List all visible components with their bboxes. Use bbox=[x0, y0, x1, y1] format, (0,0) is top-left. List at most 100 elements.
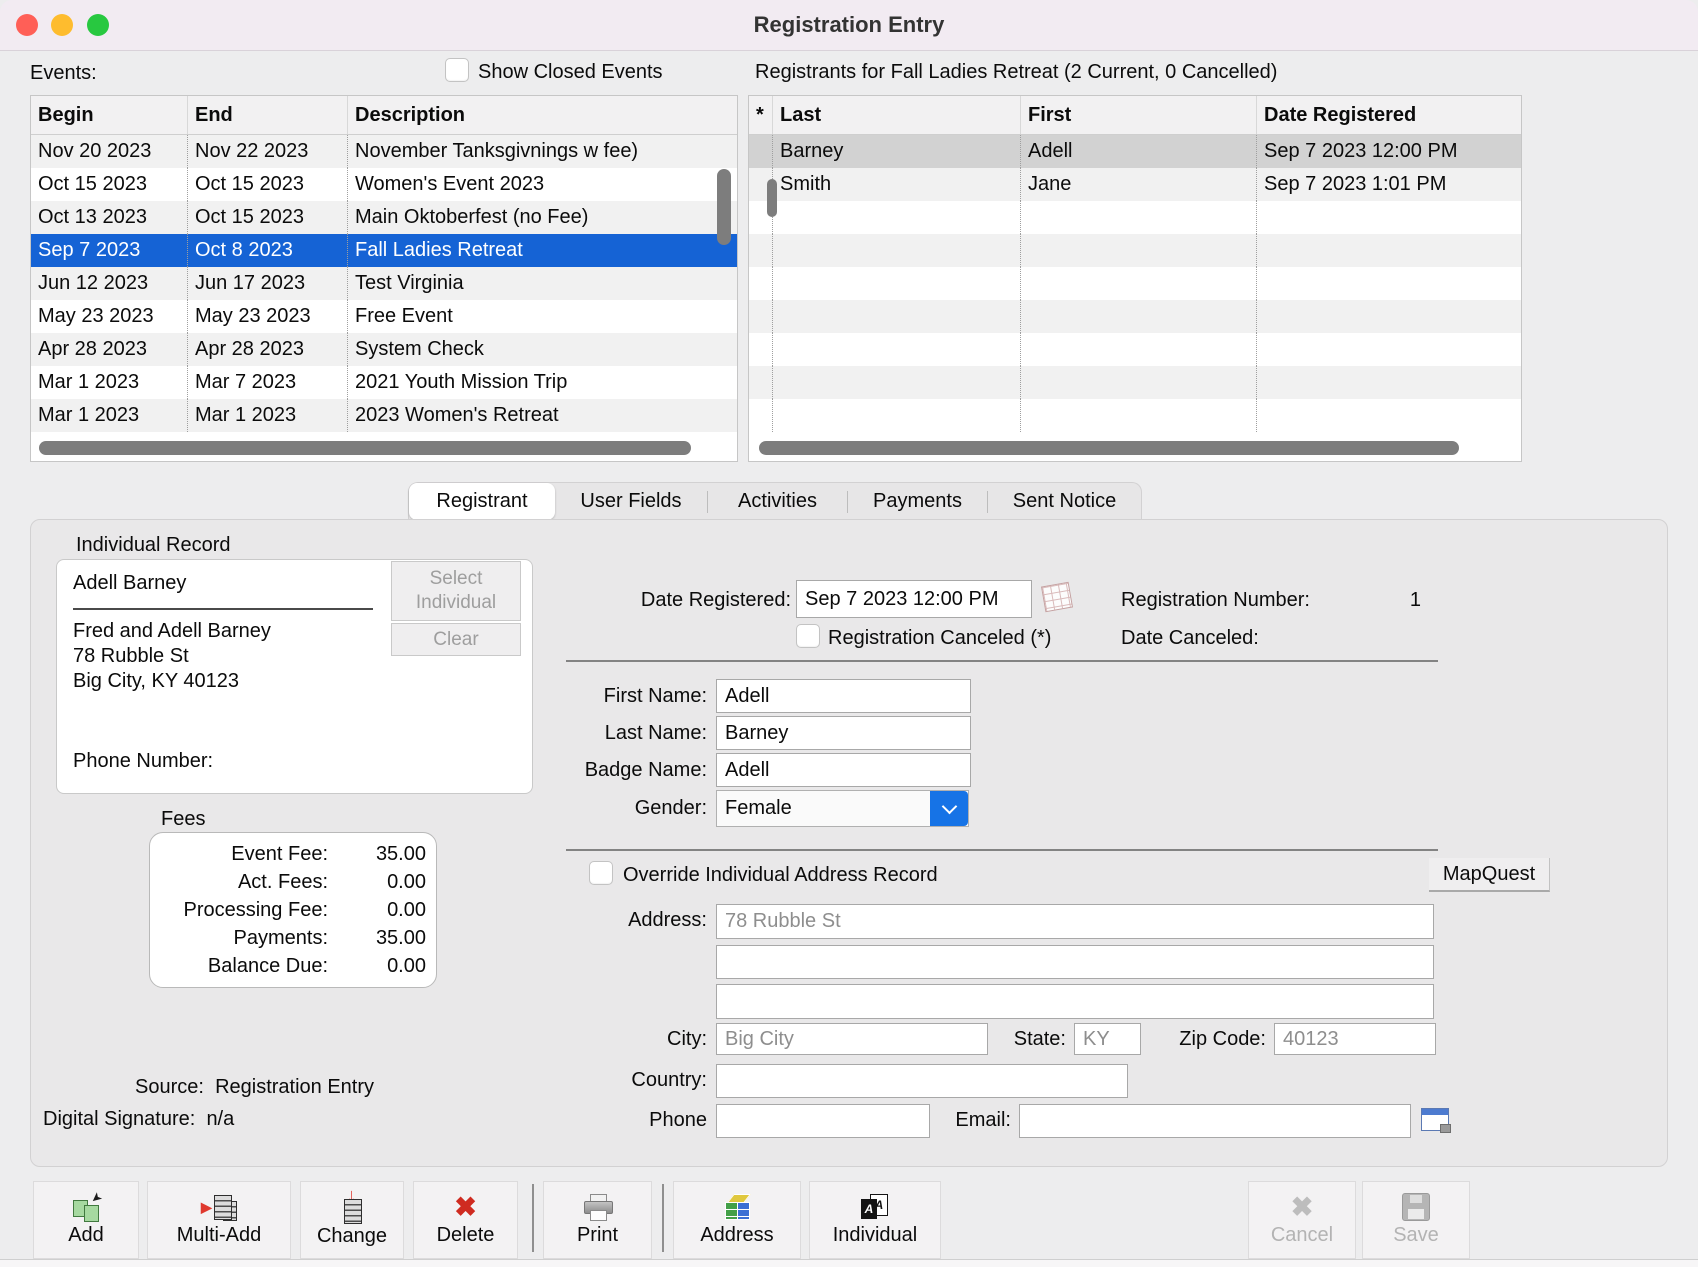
calendar-icon[interactable] bbox=[1041, 582, 1073, 612]
badge-name-input[interactable]: Adell bbox=[716, 753, 971, 787]
gender-value: Female bbox=[717, 797, 930, 820]
gender-dropdown-button[interactable] bbox=[930, 791, 968, 826]
cell: Mar 7 2023 bbox=[188, 366, 348, 399]
column-header-end[interactable]: End bbox=[188, 96, 348, 134]
save-button[interactable]: Save bbox=[1362, 1181, 1470, 1259]
column-header-description[interactable]: Description bbox=[348, 96, 737, 134]
column-header-first[interactable]: First bbox=[1021, 96, 1257, 134]
email-icon[interactable] bbox=[1421, 1108, 1449, 1131]
first-name-input[interactable]: Adell bbox=[716, 679, 971, 713]
registrant-row[interactable] bbox=[749, 333, 1521, 366]
registrant-row[interactable] bbox=[749, 267, 1521, 300]
address-line3-input[interactable] bbox=[716, 984, 1434, 1019]
event-row[interactable]: May 23 2023May 23 2023Free Event bbox=[31, 300, 737, 333]
registration-canceled-label: Registration Canceled (*) bbox=[828, 627, 1051, 650]
events-vertical-scrollbar[interactable] bbox=[717, 169, 731, 245]
cell: Oct 15 2023 bbox=[31, 168, 188, 201]
cancel-button[interactable]: ✖ Cancel bbox=[1248, 1181, 1356, 1259]
column-header-date-registered[interactable]: Date Registered bbox=[1257, 96, 1521, 134]
individual-phone-label: Phone Number: bbox=[73, 750, 213, 773]
individual-button-label: Individual bbox=[833, 1224, 918, 1247]
cell: Nov 20 2023 bbox=[31, 135, 188, 168]
event-row[interactable]: Mar 1 2023Mar 1 20232023 Women's Retreat bbox=[31, 399, 737, 432]
registrants-horizontal-scrollbar[interactable] bbox=[759, 441, 1459, 455]
print-button[interactable]: Print bbox=[543, 1181, 652, 1259]
email-input[interactable] bbox=[1019, 1104, 1411, 1138]
cell: Adell bbox=[1021, 135, 1257, 168]
zip-code-label: Zip Code: bbox=[1151, 1028, 1266, 1051]
address-line1-input[interactable]: 78 Rubble St bbox=[716, 904, 1434, 939]
registrant-row[interactable] bbox=[749, 201, 1521, 234]
tab-sent-notice[interactable]: Sent Notice bbox=[988, 483, 1141, 520]
registrant-row[interactable] bbox=[749, 234, 1521, 267]
individual-icon: AA bbox=[861, 1193, 889, 1221]
registration-canceled-checkbox[interactable] bbox=[796, 624, 820, 648]
tab-payments[interactable]: Payments bbox=[848, 483, 987, 520]
source-label: Source: bbox=[135, 1076, 204, 1098]
source-row: Source: Registration Entry bbox=[135, 1076, 374, 1099]
fee-label: Act. Fees: bbox=[160, 871, 328, 894]
individual-name: Adell Barney bbox=[73, 572, 186, 595]
registrant-row[interactable] bbox=[749, 366, 1521, 399]
registrant-row[interactable]: SmithJaneSep 7 2023 1:01 PM bbox=[749, 168, 1521, 201]
toolbar-divider bbox=[532, 1184, 534, 1252]
registrant-row[interactable] bbox=[749, 399, 1521, 432]
multi-add-button[interactable]: ▶ Multi-Add bbox=[147, 1181, 291, 1259]
registrants-vertical-scrollbar[interactable] bbox=[767, 179, 777, 217]
registrants-rows: BarneyAdellSep 7 2023 12:00 PMSmithJaneS… bbox=[749, 135, 1521, 432]
clear-button[interactable]: Clear bbox=[391, 623, 521, 656]
cell bbox=[1257, 234, 1521, 267]
date-registered-input[interactable]: Sep 7 2023 12:00 PM bbox=[796, 580, 1032, 618]
tab-user-fields[interactable]: User Fields bbox=[555, 483, 707, 520]
fee-value: 0.00 bbox=[328, 871, 426, 894]
state-input[interactable]: KY bbox=[1074, 1023, 1141, 1055]
override-address-checkbox[interactable] bbox=[589, 861, 613, 885]
cell: Oct 13 2023 bbox=[31, 201, 188, 234]
zip-code-input[interactable]: 40123 bbox=[1274, 1023, 1436, 1055]
delete-button[interactable]: ✖ Delete bbox=[413, 1181, 518, 1259]
event-row[interactable]: Sep 7 2023Oct 8 2023Fall Ladies Retreat bbox=[31, 234, 737, 267]
event-row[interactable]: Oct 13 2023Oct 15 2023Main Oktoberfest (… bbox=[31, 201, 737, 234]
phone-input[interactable] bbox=[716, 1104, 930, 1138]
individual-address-line1: Fred and Adell Barney bbox=[73, 620, 271, 643]
digital-signature-row: Digital Signature: n/a bbox=[43, 1108, 234, 1131]
registration-number-value: 1 bbox=[1321, 589, 1421, 612]
last-name-input[interactable]: Barney bbox=[716, 716, 971, 750]
fee-value: 35.00 bbox=[328, 927, 426, 950]
cell: May 23 2023 bbox=[188, 300, 348, 333]
individual-record-label: Individual Record bbox=[76, 534, 231, 557]
cell: Sep 7 2023 1:01 PM bbox=[1257, 168, 1521, 201]
digital-signature-value: n/a bbox=[206, 1108, 234, 1130]
country-input[interactable] bbox=[716, 1064, 1128, 1098]
show-closed-events-checkbox[interactable] bbox=[445, 58, 469, 82]
fee-row: Processing Fee:0.00 bbox=[160, 896, 426, 924]
registration-entry-window: { "window": { "title": "Registration Ent… bbox=[0, 0, 1698, 1266]
column-header-star[interactable]: * bbox=[749, 96, 773, 134]
gender-select[interactable]: Female bbox=[716, 790, 969, 827]
tab-registrant[interactable]: Registrant bbox=[409, 483, 555, 520]
column-header-begin[interactable]: Begin bbox=[31, 96, 188, 134]
event-row[interactable]: Mar 1 2023Mar 7 20232021 Youth Mission T… bbox=[31, 366, 737, 399]
address-button[interactable]: Address bbox=[673, 1181, 801, 1259]
city-input[interactable]: Big City bbox=[716, 1023, 988, 1055]
change-button[interactable]: ↓ Change bbox=[300, 1181, 404, 1259]
events-horizontal-scrollbar[interactable] bbox=[39, 441, 691, 455]
date-canceled-label: Date Canceled: bbox=[1121, 627, 1259, 650]
column-header-last[interactable]: Last bbox=[773, 96, 1021, 134]
cell: Mar 1 2023 bbox=[31, 366, 188, 399]
individual-button[interactable]: AA Individual bbox=[809, 1181, 941, 1259]
tab-activities[interactable]: Activities bbox=[708, 483, 847, 520]
select-individual-button[interactable]: Select Individual bbox=[391, 561, 521, 621]
event-row[interactable]: Apr 28 2023Apr 28 2023System Check bbox=[31, 333, 737, 366]
event-row[interactable]: Jun 12 2023Jun 17 2023Test Virginia bbox=[31, 267, 737, 300]
registrant-panel: Individual Record Adell Barney Fred and … bbox=[30, 519, 1668, 1167]
event-row[interactable]: Nov 20 2023Nov 22 2023November Tanksgivn… bbox=[31, 135, 737, 168]
print-icon bbox=[582, 1194, 614, 1221]
mapquest-button[interactable]: MapQuest bbox=[1429, 858, 1550, 892]
add-button[interactable]: ➤ Add bbox=[33, 1181, 139, 1259]
registrant-row[interactable] bbox=[749, 300, 1521, 333]
cell bbox=[773, 300, 1021, 333]
registrant-row[interactable]: BarneyAdellSep 7 2023 12:00 PM bbox=[749, 135, 1521, 168]
address-line2-input[interactable] bbox=[716, 945, 1434, 979]
event-row[interactable]: Oct 15 2023Oct 15 2023Women's Event 2023 bbox=[31, 168, 737, 201]
